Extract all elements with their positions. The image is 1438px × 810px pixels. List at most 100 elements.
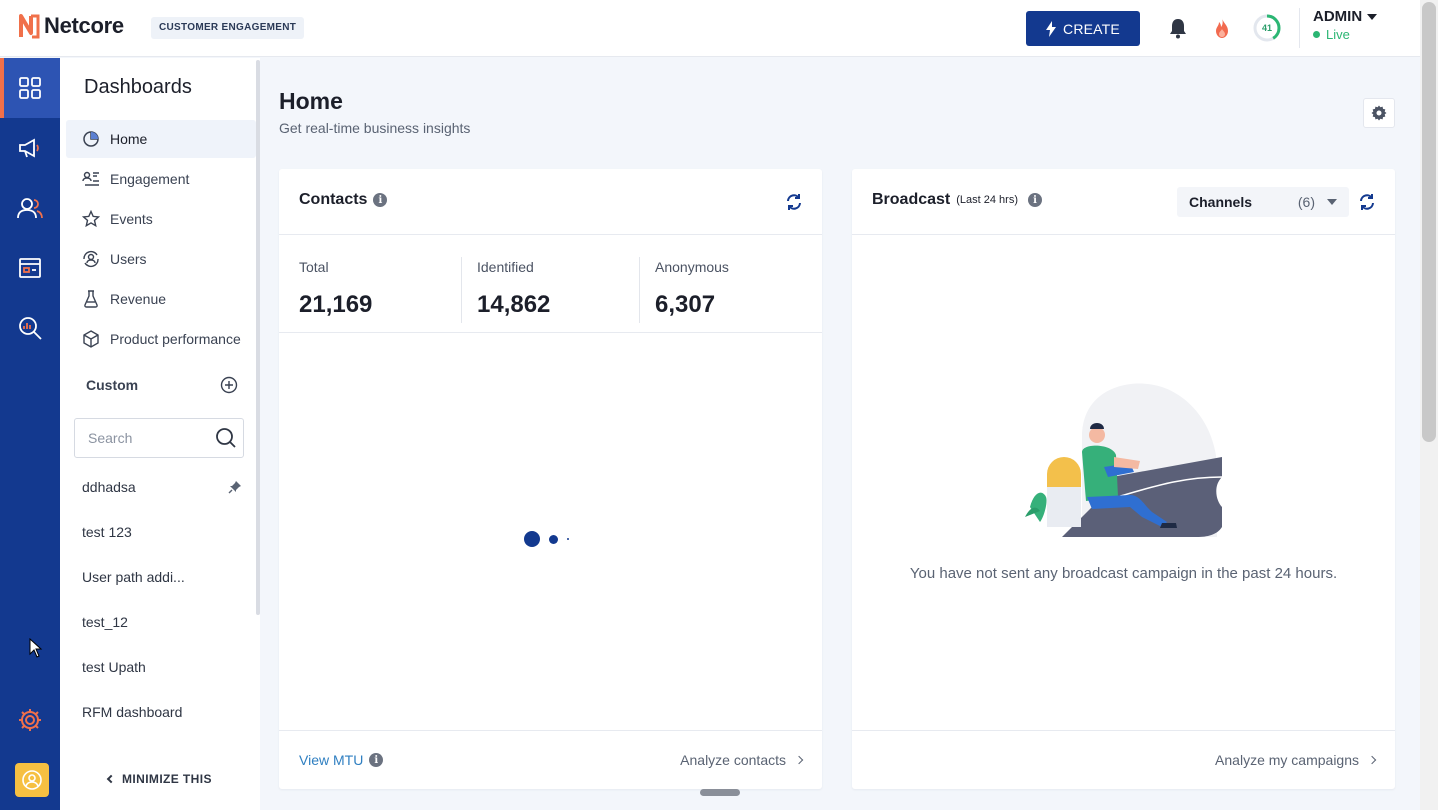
- view-mtu-link[interactable]: View MTU i: [299, 752, 384, 768]
- sidebar-item-label: Users: [110, 251, 147, 267]
- users-cycle-icon: [83, 250, 99, 268]
- dashboards-sidebar: Dashboards Home Engagement Events Users …: [60, 58, 260, 810]
- info-icon[interactable]: i: [373, 193, 388, 207]
- sidebar-item-label: Engagement: [110, 171, 190, 187]
- flask-icon: [84, 290, 98, 308]
- gear-icon: [1371, 105, 1387, 121]
- admin-menu[interactable]: ADMIN Live: [1313, 8, 1378, 42]
- info-icon[interactable]: i: [1028, 193, 1042, 207]
- sidebar-item-engagement[interactable]: Engagement: [66, 160, 256, 198]
- analyze-campaigns-label: Analyze my campaigns: [1215, 752, 1359, 768]
- sidebar-scrollbar[interactable]: [256, 60, 260, 615]
- sidebar-item-events[interactable]: Events: [66, 200, 256, 238]
- rail-campaigns[interactable]: [0, 118, 60, 178]
- custom-dashboard-item[interactable]: test 123: [82, 524, 242, 540]
- info-icon[interactable]: i: [369, 753, 384, 767]
- stat-divider: [639, 257, 640, 323]
- users-icon: [17, 198, 43, 219]
- channels-dropdown[interactable]: Channels (6): [1177, 187, 1349, 217]
- broadcast-card-header: Broadcast (Last 24 hrs) i Channels (6): [852, 169, 1395, 235]
- pin-icon[interactable]: [228, 480, 242, 494]
- loader-dot: [549, 534, 558, 544]
- caret-down-icon: [1367, 13, 1378, 20]
- refresh-icon[interactable]: [1358, 193, 1376, 211]
- rail-analytics[interactable]: [0, 298, 60, 358]
- custom-item-label: test 123: [82, 524, 132, 540]
- contacts-card: Contacts i Total 21,169 Identified 14,86…: [279, 169, 822, 789]
- custom-item-label: test Upath: [82, 659, 146, 675]
- admin-status: Live: [1326, 27, 1350, 42]
- sidebar-item-product-performance[interactable]: Product performance: [66, 320, 256, 358]
- sidebar-item-label: Home: [110, 131, 148, 147]
- admin-name: ADMIN: [1313, 8, 1363, 25]
- loading-spinner: [524, 531, 569, 547]
- rail-settings[interactable]: [0, 690, 60, 750]
- custom-dashboard-item[interactable]: ddhadsa: [82, 479, 242, 495]
- sidebar-item-users[interactable]: Users: [66, 240, 256, 278]
- custom-section-header: Custom: [86, 376, 238, 394]
- fire-icon[interactable]: [1210, 16, 1234, 40]
- stat-label: Total: [299, 259, 329, 275]
- analyze-campaigns-link[interactable]: Analyze my campaigns: [1215, 752, 1377, 768]
- add-circle-icon[interactable]: [220, 376, 238, 394]
- sidebar-item-revenue[interactable]: Revenue: [66, 280, 256, 318]
- search-input[interactable]: [88, 430, 208, 446]
- chevron-right-icon: [794, 755, 804, 765]
- page-subtitle: Get real-time business insights: [279, 120, 471, 136]
- sidebar-item-home[interactable]: Home: [66, 120, 256, 158]
- lightning-icon: [1046, 20, 1057, 37]
- progress-ring[interactable]: 41: [1253, 14, 1281, 42]
- create-button[interactable]: CREATE: [1026, 11, 1140, 46]
- netcore-logo-icon: [19, 14, 40, 39]
- broadcast-title: Broadcast: [872, 191, 951, 208]
- contacts-stats: Total 21,169 Identified 14,862 Anonymous…: [279, 235, 822, 333]
- brand[interactable]: Netcore: [18, 13, 124, 39]
- custom-item-label: ddhadsa: [82, 479, 136, 495]
- stat-label: Anonymous: [655, 259, 729, 275]
- minimize-sidebar-button[interactable]: MINIMIZE THIS: [106, 772, 212, 786]
- custom-dashboard-item[interactable]: RFM dashboard: [82, 704, 242, 720]
- empty-state-illustration: [1025, 383, 1223, 537]
- loader-dot: [567, 538, 569, 540]
- create-label: CREATE: [1063, 20, 1120, 37]
- rail-dashboards[interactable]: [0, 58, 68, 118]
- rail-journeys[interactable]: [0, 238, 60, 298]
- loader-dot: [524, 531, 540, 547]
- stat-value: 14,862: [477, 291, 551, 318]
- page-title: Home: [279, 88, 343, 114]
- channels-label: Channels: [1189, 194, 1253, 210]
- sidebar-item-label: Revenue: [110, 291, 167, 307]
- caret-down-icon: [1327, 199, 1337, 205]
- dashboard-grid-icon: [19, 77, 41, 99]
- sidebar-item-label: Events: [110, 211, 153, 227]
- broadcast-card-footer: Analyze my campaigns: [852, 730, 1395, 789]
- minimize-label: MINIMIZE THIS: [122, 772, 212, 786]
- analyze-contacts-link[interactable]: Analyze contacts: [680, 752, 804, 768]
- chevron-left-icon: [106, 774, 116, 784]
- refresh-icon[interactable]: [785, 193, 803, 211]
- notifications-bell-icon[interactable]: [1166, 16, 1190, 40]
- nav-rail: [0, 58, 68, 810]
- custom-dashboard-item[interactable]: test_12: [82, 614, 242, 630]
- box-icon: [83, 330, 99, 348]
- custom-dashboard-item[interactable]: User path addi...: [82, 569, 242, 585]
- scrollbar-thumb[interactable]: [1422, 2, 1436, 442]
- progress-value: 41: [1261, 23, 1272, 33]
- chevron-right-icon: [1367, 755, 1377, 765]
- custom-label: Custom: [86, 377, 139, 393]
- view-mtu-label: View MTU: [299, 752, 364, 768]
- search-icon[interactable]: [215, 427, 237, 449]
- top-bar: Netcore CUSTOMER ENGAGEMENT CREATE 41 AD…: [0, 0, 1420, 57]
- custom-search: [74, 418, 244, 458]
- avatar[interactable]: [15, 763, 49, 797]
- custom-item-label: RFM dashboard: [82, 704, 183, 720]
- page-scrollbar[interactable]: [1420, 0, 1438, 810]
- dashboard-settings-button[interactable]: [1363, 98, 1395, 128]
- custom-dashboard-item[interactable]: test Upath: [82, 659, 242, 675]
- contacts-title: Contacts: [299, 191, 368, 208]
- rail-users[interactable]: [0, 178, 60, 238]
- broadcast-card: Broadcast (Last 24 hrs) i Channels (6) Y…: [852, 169, 1395, 789]
- campaign-board-icon: [19, 258, 41, 278]
- drag-handle[interactable]: [700, 789, 740, 796]
- channels-count: (6): [1297, 194, 1315, 210]
